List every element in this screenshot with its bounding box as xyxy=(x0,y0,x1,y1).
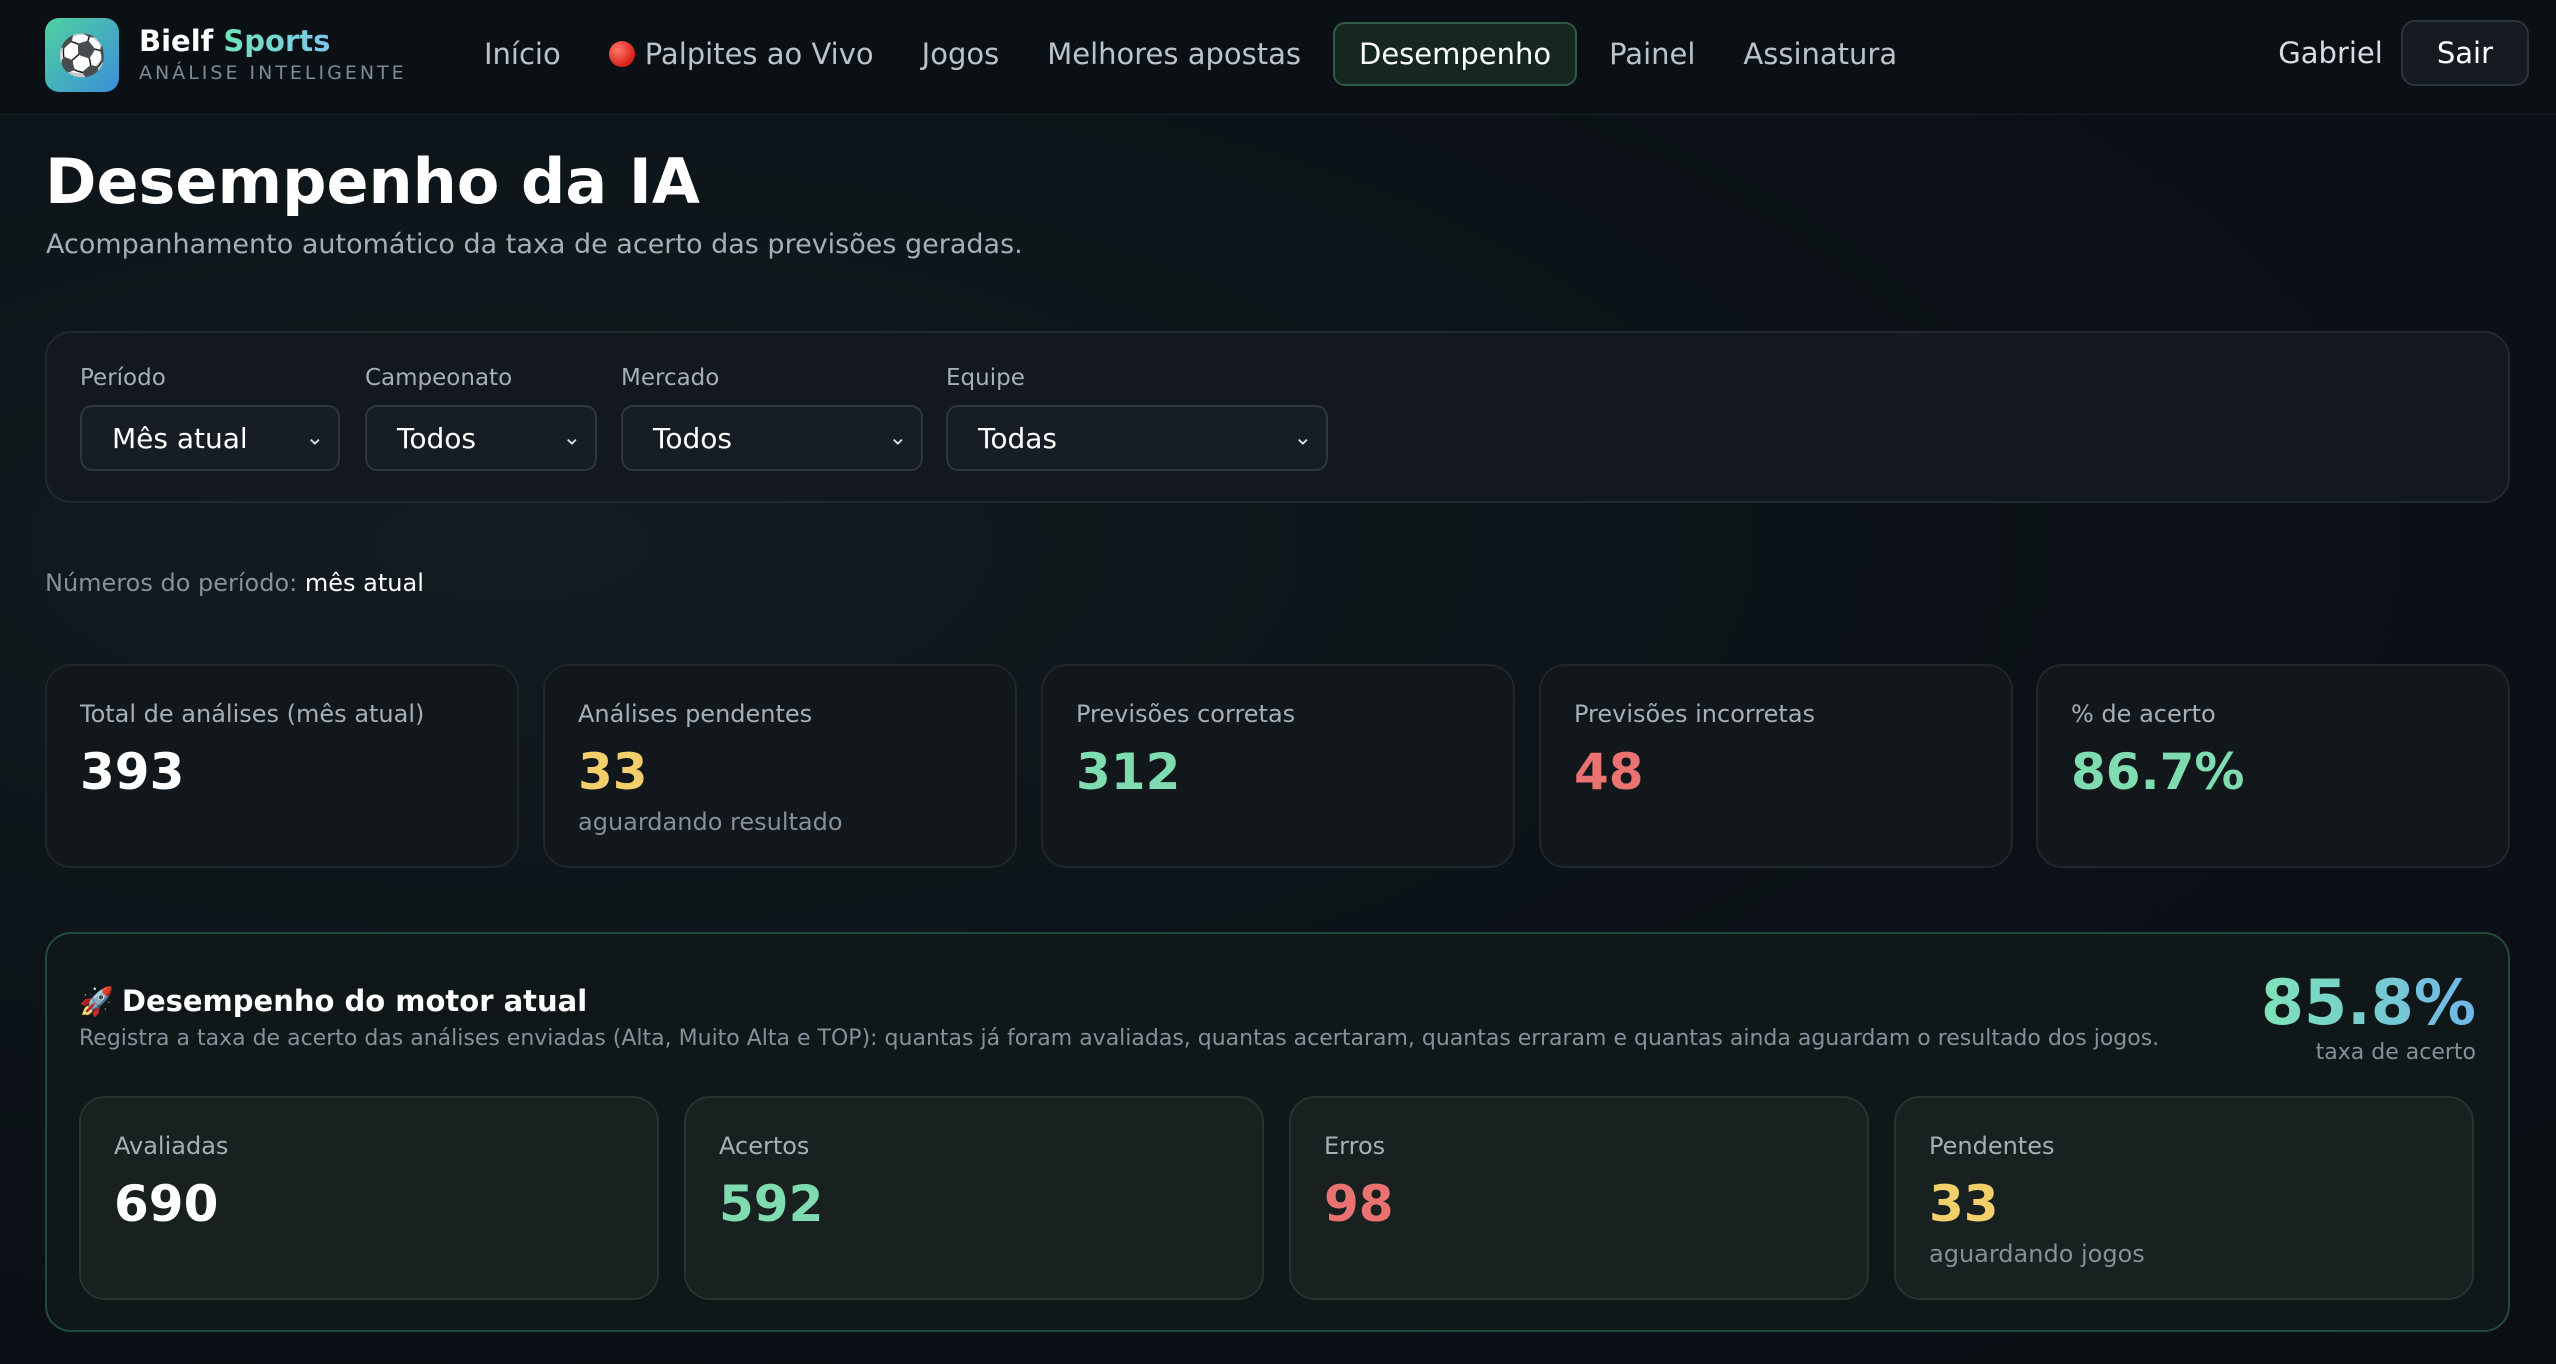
chevron-down-icon: ⌄ xyxy=(305,425,324,451)
engine-card-errors: Erros 98 xyxy=(1289,1096,1869,1300)
market-select[interactable]: Todos ⌄ xyxy=(621,405,923,471)
rocket-icon: 🚀 xyxy=(79,984,114,1018)
nav-link-jogos[interactable]: Jogos xyxy=(898,22,1024,86)
engine-hits-label: Acertos xyxy=(719,1132,810,1160)
nav-link-palpites-ao-vivo[interactable]: Palpites ao Vivo xyxy=(585,22,898,86)
brand-main: Bielf xyxy=(139,24,214,58)
engine-rate-label: taxa de acerto xyxy=(2315,1040,2476,1065)
filter-championship: Campeonato Todos ⌄ xyxy=(365,365,597,471)
stat-total-value: 393 xyxy=(80,743,185,801)
stat-incorrect-value: 48 xyxy=(1574,743,1644,801)
filter-market: Mercado Todos ⌄ xyxy=(621,365,923,471)
period-note: Números do período: mês atual xyxy=(45,569,424,597)
stat-incorrect-label: Previsões incorretas xyxy=(1574,700,1816,728)
engine-title-text: Desempenho do motor atual xyxy=(121,984,588,1018)
engine-errors-value: 98 xyxy=(1324,1175,1394,1233)
logout-button[interactable]: Sair xyxy=(2400,20,2529,86)
engine-rate: 85.8% taxa de acerto xyxy=(2260,966,2476,1066)
brand-accent: Sports xyxy=(223,24,331,58)
nav-link-painel[interactable]: Painel xyxy=(1585,22,1719,86)
period-note-value: mês atual xyxy=(304,569,424,597)
nav-links: Início Palpites ao Vivo Jogos Melhores a… xyxy=(460,22,1921,86)
chevron-down-icon: ⌄ xyxy=(1293,425,1312,451)
engine-errors-label: Erros xyxy=(1324,1132,1386,1160)
team-select[interactable]: Todas ⌄ xyxy=(946,405,1328,471)
stat-pending-value: 33 xyxy=(578,743,648,801)
engine-title: 🚀 Desempenho do motor atual xyxy=(79,984,587,1018)
engine-evaluated-value: 690 xyxy=(114,1175,219,1233)
page-title: Desempenho da IA xyxy=(45,145,700,218)
stat-card-total: Total de análises (mês atual) 393 xyxy=(45,664,519,868)
brand-name: Bielf Sports xyxy=(139,24,407,58)
team-select-value: Todas xyxy=(978,421,1057,455)
stat-pending-sub: aguardando resultado xyxy=(578,808,843,836)
engine-performance-panel: 🚀 Desempenho do motor atual Registra a t… xyxy=(45,932,2510,1332)
nav-link-melhores-apostas[interactable]: Melhores apostas xyxy=(1023,22,1325,86)
filter-team: Equipe Todas ⌄ xyxy=(946,365,1328,471)
championship-select-value: Todos xyxy=(397,421,476,455)
engine-description: Registra a taxa de acerto das análises e… xyxy=(79,1026,2160,1051)
filters-panel: Período Mês atual ⌄ Campeonato Todos ⌄ M… xyxy=(45,331,2510,503)
engine-pending-sub: aguardando jogos xyxy=(1929,1240,2145,1268)
period-select[interactable]: Mês atual ⌄ xyxy=(80,405,340,471)
stat-total-label: Total de análises (mês atual) xyxy=(80,700,425,728)
engine-card-evaluated: Avaliadas 690 xyxy=(79,1096,659,1300)
stat-card-correct: Previsões corretas 312 xyxy=(1041,664,1515,868)
engine-pending-label: Pendentes xyxy=(1929,1132,2055,1160)
page-subtitle: Acompanhamento automático da taxa de ace… xyxy=(46,229,1023,260)
engine-card-hits: Acertos 592 xyxy=(684,1096,1264,1300)
brand-text: Bielf Sports ANÁLISE INTELIGENTE xyxy=(139,24,407,86)
top-navbar: ⚽ Bielf Sports ANÁLISE INTELIGENTE Iníci… xyxy=(0,0,2556,115)
stat-pending-label: Análises pendentes xyxy=(578,700,813,728)
live-dot-icon xyxy=(608,41,635,67)
nav-link-assinatura[interactable]: Assinatura xyxy=(1719,22,1921,86)
engine-pending-value: 33 xyxy=(1929,1175,1999,1233)
stat-correct-value: 312 xyxy=(1076,743,1181,801)
filter-championship-label: Campeonato xyxy=(365,365,513,391)
stat-accuracy-label: % de acerto xyxy=(2071,700,2216,728)
chevron-down-icon: ⌄ xyxy=(888,425,907,451)
filter-team-label: Equipe xyxy=(946,365,1025,391)
engine-card-pending: Pendentes 33 aguardando jogos xyxy=(1894,1096,2474,1300)
engine-evaluated-label: Avaliadas xyxy=(114,1132,229,1160)
filter-period-label: Período xyxy=(80,365,166,391)
engine-rate-value: 85.8% xyxy=(2260,966,2476,1039)
stat-card-accuracy: % de acerto 86.7% xyxy=(2036,664,2510,868)
period-select-value: Mês atual xyxy=(112,421,248,455)
championship-select[interactable]: Todos ⌄ xyxy=(365,405,597,471)
filter-period: Período Mês atual ⌄ xyxy=(80,365,340,471)
stat-card-pending: Análises pendentes 33 aguardando resulta… xyxy=(543,664,1017,868)
soccer-ball-icon: ⚽ xyxy=(45,18,119,92)
engine-hits-value: 592 xyxy=(719,1175,824,1233)
stat-correct-label: Previsões corretas xyxy=(1076,700,1296,728)
stat-accuracy-value: 86.7% xyxy=(2071,743,2245,801)
user-name: Gabriel xyxy=(2278,36,2383,70)
chevron-down-icon: ⌄ xyxy=(562,425,581,451)
user-area: Gabriel Sair xyxy=(2278,20,2529,86)
market-select-value: Todos xyxy=(653,421,732,455)
brand-logo[interactable]: ⚽ Bielf Sports ANÁLISE INTELIGENTE xyxy=(45,18,407,92)
brand-tagline: ANÁLISE INTELIGENTE xyxy=(139,62,407,84)
nav-link-palpites-label: Palpites ao Vivo xyxy=(644,37,874,71)
stat-card-incorrect: Previsões incorretas 48 xyxy=(1539,664,2013,868)
nav-link-inicio[interactable]: Início xyxy=(460,22,585,86)
filter-market-label: Mercado xyxy=(621,365,720,391)
nav-link-desempenho[interactable]: Desempenho xyxy=(1333,22,1578,86)
period-note-prefix: Números do período: xyxy=(45,569,298,597)
